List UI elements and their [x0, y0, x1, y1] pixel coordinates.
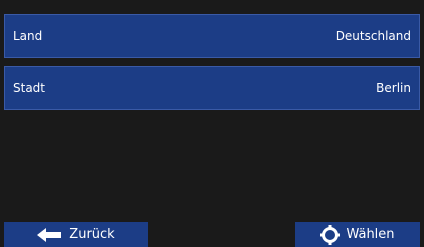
back-button[interactable]: Zurück	[4, 222, 148, 247]
arrow-left-icon	[37, 227, 63, 242]
city-row[interactable]: Stadt Berlin	[4, 66, 420, 110]
country-row[interactable]: Land Deutschland	[4, 14, 420, 58]
back-button-label: Zurück	[69, 227, 115, 242]
select-button[interactable]: Wählen	[295, 222, 420, 247]
city-label: Stadt	[13, 81, 45, 95]
country-label: Land	[13, 29, 43, 43]
city-value: Berlin	[376, 81, 411, 95]
crosshair-icon	[320, 224, 341, 245]
destination-screen: Land Deutschland Stadt Berlin Zurück Wäh…	[0, 0, 424, 247]
select-button-label: Wählen	[346, 227, 395, 242]
country-value: Deutschland	[335, 29, 411, 43]
